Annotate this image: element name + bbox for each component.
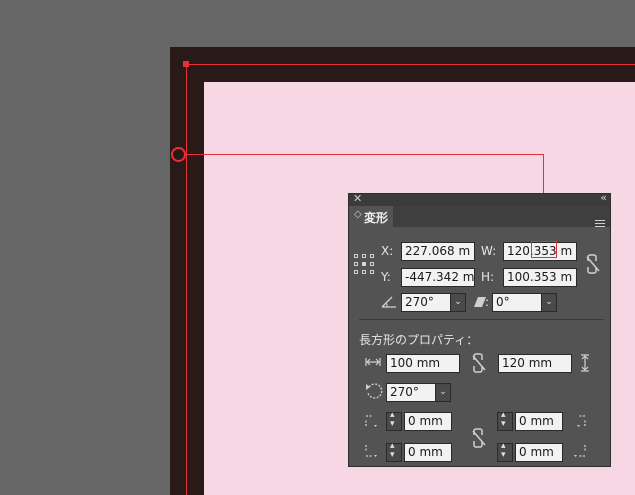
tab-toggle-icon: ◇ (354, 209, 362, 220)
rotate-dropdown-icon[interactable]: ⌄ (450, 293, 466, 312)
y-field[interactable]: -447.342 m (401, 268, 475, 287)
section-divider (359, 319, 604, 320)
corner-tr-field[interactable]: 0 mm (515, 412, 563, 431)
corner-bl-stepper[interactable] (386, 441, 402, 462)
corner-br-field[interactable]: 0 mm (515, 443, 563, 462)
rotate-angle-icon (381, 296, 396, 308)
corner-br-stepper[interactable] (497, 441, 513, 462)
shear-colon: : (485, 295, 490, 309)
panel-tabbar: ◇ 変形 (349, 206, 610, 227)
corner-bottom-left-icon (365, 445, 377, 457)
callout-line-horizontal (185, 154, 544, 155)
close-icon[interactable]: ✕ (353, 192, 362, 205)
selection-corner-handle[interactable] (183, 61, 189, 67)
panel-menu-icon[interactable] (595, 220, 605, 229)
constrain-proportions-icon[interactable] (585, 253, 601, 275)
rect-rotate-icon (366, 383, 383, 399)
shear-field[interactable]: 0° (492, 293, 542, 312)
tab-transform-label: 変形 (364, 211, 389, 225)
rect-width-field[interactable]: 100 mm (386, 354, 460, 373)
corner-tl-stepper[interactable] (386, 410, 402, 431)
corner-tr-stepper[interactable] (497, 410, 513, 431)
corner-link-icon[interactable] (471, 427, 487, 449)
selection-edge-top[interactable] (186, 64, 635, 65)
h-label: H: (481, 270, 495, 284)
focused-value-highlight (531, 241, 557, 258)
selection-edge-left[interactable] (186, 64, 187, 495)
w-label: W: (481, 244, 497, 258)
rect-rotate-dropdown-icon[interactable]: ⌄ (435, 383, 451, 402)
rect-rotate-field[interactable]: 270° (386, 383, 436, 402)
h-field[interactable]: 100.353 m (503, 268, 577, 287)
panel-titlebar[interactable]: ✕ ‹‹ (349, 191, 610, 206)
corner-tl-field[interactable]: 0 mm (404, 412, 452, 431)
y-label: Y: (381, 270, 391, 284)
anchor-point-circle[interactable] (171, 147, 186, 162)
reference-point-icon[interactable] (354, 254, 374, 274)
rectangle-properties-title: 長方形のプロパティ： (359, 333, 479, 347)
shear-dropdown-icon[interactable]: ⌄ (541, 293, 557, 312)
collapse-icon[interactable]: ‹‹ (600, 191, 607, 204)
tab-transform[interactable]: ◇ 変形 (349, 206, 393, 227)
rotate-field[interactable]: 270° (401, 293, 451, 312)
corner-bottom-right-icon (574, 445, 586, 457)
x-field[interactable]: 227.068 m (401, 242, 475, 261)
x-label: X: (381, 244, 394, 258)
transform-panel: ✕ ‹‹ ◇ 変形 X: 227.068 m W: 120.353 m Y: -… (348, 191, 611, 467)
corner-bl-field[interactable]: 0 mm (404, 443, 452, 462)
rect-height-icon (581, 354, 589, 372)
corner-top-left-icon (365, 415, 377, 427)
rect-height-field[interactable]: 120 mm (498, 354, 572, 373)
rect-width-icon (365, 358, 381, 366)
corner-top-right-icon (577, 415, 586, 427)
rect-link-icon[interactable] (471, 352, 487, 374)
